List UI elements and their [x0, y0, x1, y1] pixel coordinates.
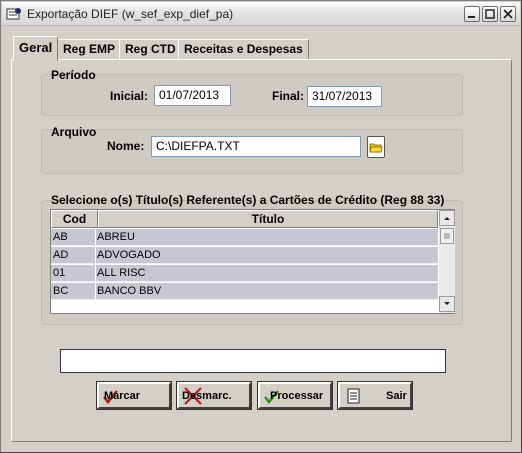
cell-titulo: ADVOGADO	[96, 247, 438, 264]
browse-button[interactable]	[367, 136, 385, 158]
cell-cod: 01	[51, 265, 95, 282]
chevron-up-icon	[444, 217, 450, 220]
inicial-label: Inicial:	[110, 89, 149, 103]
chevron-down-icon	[444, 302, 450, 305]
tab-receitas-despesas[interactable]: Receitas e Despesas	[178, 39, 309, 59]
table-row[interactable]: 01 ALL RISC	[51, 265, 438, 283]
tab-reg-emp[interactable]: Reg EMP	[57, 39, 122, 59]
periodo-group	[41, 74, 463, 116]
arquivo-title: Arquivo	[51, 125, 97, 139]
processar-button[interactable]: Processar	[257, 381, 333, 410]
marcar-label: Marcar	[104, 390, 141, 402]
status-field	[60, 349, 446, 373]
processar-label: Processar	[270, 390, 324, 402]
app-icon	[6, 8, 21, 20]
cartoes-title: Selecione o(s) Título(s) Referente(s) a …	[51, 193, 445, 207]
maximize-button[interactable]	[482, 6, 498, 22]
title-bar[interactable]: Exportação DIEF (w_sef_exp_dief_pa)	[2, 2, 520, 26]
scroll-thumb[interactable]	[440, 228, 454, 244]
cell-cod: AD	[51, 247, 95, 264]
sair-button[interactable]: Sair	[337, 381, 413, 410]
minimize-button[interactable]	[464, 6, 480, 22]
grid-scrollbar[interactable]	[439, 210, 455, 313]
cartoes-grid[interactable]: Cod Título AB ABREU AD ADVOGADO 01 ALL R…	[50, 209, 455, 314]
desmarcar-label: Desmarc.	[182, 390, 232, 402]
desmarcar-button[interactable]: Desmarc.	[176, 381, 252, 410]
cell-titulo: BANCO BBV	[96, 283, 438, 300]
exit-icon	[347, 388, 360, 404]
folder-icon	[369, 143, 383, 153]
close-button[interactable]	[500, 6, 516, 22]
nome-label: Nome:	[107, 139, 145, 153]
close-icon	[503, 9, 513, 19]
table-row[interactable]: BC BANCO BBV	[51, 283, 438, 301]
scroll-up-button[interactable]	[439, 210, 455, 226]
table-row[interactable]: AB ABREU	[51, 229, 438, 247]
table-row[interactable]: AD ADVOGADO	[51, 247, 438, 265]
sair-label: Sair	[386, 390, 407, 402]
column-header-cod[interactable]: Cod	[51, 210, 98, 228]
marcar-button[interactable]: Marcar	[96, 381, 172, 410]
periodo-title: Período	[51, 68, 96, 82]
scroll-down-button[interactable]	[439, 296, 455, 312]
window-title: Exportação DIEF (w_sef_exp_dief_pa)	[27, 7, 234, 21]
minimize-icon	[468, 16, 475, 18]
tab-geral[interactable]: Geral	[13, 36, 59, 61]
cell-cod: AB	[51, 229, 95, 246]
column-header-titulo[interactable]: Título	[98, 210, 438, 228]
grip-icon	[444, 233, 450, 239]
tab-reg-ctd[interactable]: Reg CTD	[119, 39, 182, 59]
maximize-icon	[485, 9, 495, 19]
final-label: Final:	[272, 89, 304, 103]
inicial-field[interactable]: 01/07/2013	[154, 85, 231, 106]
main-window: Exportação DIEF (w_sef_exp_dief_pa) Gera…	[0, 0, 522, 453]
cell-titulo: ALL RISC	[96, 265, 438, 282]
cell-cod: BC	[51, 283, 95, 300]
cell-titulo: ABREU	[96, 229, 438, 246]
final-field[interactable]: 31/07/2013	[307, 86, 382, 107]
nome-field[interactable]: C:\DIEFPA.TXT	[151, 136, 361, 157]
